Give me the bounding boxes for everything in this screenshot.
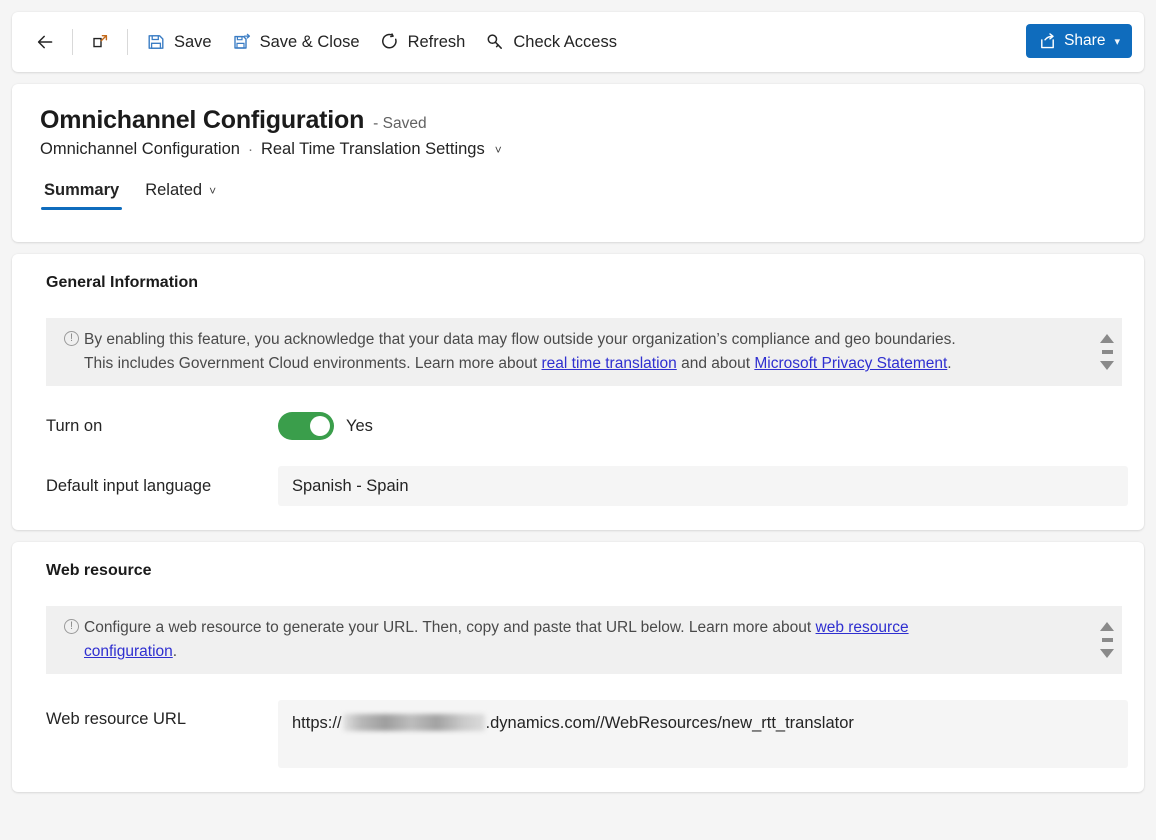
tab-related-label: Related xyxy=(145,181,202,200)
scroll-up-icon[interactable] xyxy=(1100,334,1114,343)
toggle-knob xyxy=(310,416,330,436)
web-resource-card: Web resource Configure a web resource to… xyxy=(12,542,1144,792)
notice-line2-mid: and about xyxy=(677,355,755,372)
scroll-up-icon[interactable] xyxy=(1100,622,1114,631)
save-disk-icon xyxy=(146,32,166,52)
web-resource-url-control: https:// .dynamics.com//WebResources/new_… xyxy=(278,700,1128,768)
default-input-language-label: Default input language xyxy=(46,477,278,496)
tab-summary[interactable]: Summary xyxy=(40,177,123,210)
field-row-web-resource-url: Web resource URL https:// .dynamics.com//… xyxy=(46,700,1122,768)
save-and-close-button-label: Save & Close xyxy=(260,33,360,52)
scroll-down-icon[interactable] xyxy=(1100,361,1114,370)
scroll-thumb[interactable] xyxy=(1102,350,1113,354)
web-resource-notice: Configure a web resource to generate you… xyxy=(46,606,1122,674)
tab-list: Summary Related ˅ xyxy=(40,177,1120,210)
section-title-web-resource: Web resource xyxy=(46,562,1122,580)
section-title-general-information: General Information xyxy=(46,274,1122,292)
notice-line1: By enabling this feature, you acknowledg… xyxy=(84,331,956,348)
notice-scrollbar[interactable] xyxy=(1092,318,1122,386)
record-title-row: Omnichannel Configuration - Saved xyxy=(40,106,1120,135)
notice-line2-suffix: . xyxy=(947,355,951,372)
refresh-button[interactable]: Refresh xyxy=(370,24,476,60)
command-bar: Save Save & Close Refresh xyxy=(12,12,1144,72)
chevron-down-icon: ▾ xyxy=(1114,35,1120,48)
url-suffix: .dynamics.com//WebResources/new_rtt_tran… xyxy=(486,714,854,732)
pop-out-icon xyxy=(90,32,110,52)
record-header-card: Omnichannel Configuration - Saved Omnich… xyxy=(12,84,1144,242)
default-input-language-control: Spanish - Spain xyxy=(278,466,1128,506)
share-button[interactable]: Share ▾ xyxy=(1026,24,1132,58)
web-notice-line2-suffix: . xyxy=(173,643,177,660)
app-root: Save Save & Close Refresh xyxy=(0,0,1156,840)
refresh-icon xyxy=(380,32,400,52)
turn-on-label: Turn on xyxy=(46,417,278,436)
general-information-notice: By enabling this feature, you acknowledg… xyxy=(46,318,1122,386)
breadcrumb-parent[interactable]: Omnichannel Configuration xyxy=(40,140,240,159)
notice-text: Configure a web resource to generate you… xyxy=(46,606,1092,674)
breadcrumb-separator: · xyxy=(248,141,253,158)
back-button[interactable] xyxy=(26,24,64,60)
redacted-org-name xyxy=(343,714,485,731)
save-and-close-icon xyxy=(232,32,252,52)
save-button-label: Save xyxy=(174,33,212,52)
notice-line2-prefix: This includes Government Cloud environme… xyxy=(84,355,542,372)
turn-on-control: Yes xyxy=(278,412,1122,440)
save-button[interactable]: Save xyxy=(136,24,222,60)
refresh-button-label: Refresh xyxy=(408,33,466,52)
scroll-down-icon[interactable] xyxy=(1100,649,1114,658)
save-status-text: - Saved xyxy=(373,115,426,133)
microsoft-privacy-statement-link[interactable]: Microsoft Privacy Statement xyxy=(754,355,947,372)
turn-on-value: Yes xyxy=(346,417,373,436)
chevron-down-icon[interactable]: ˅ xyxy=(495,143,502,157)
info-circle-icon xyxy=(64,331,79,346)
save-and-close-button[interactable]: Save & Close xyxy=(222,24,370,60)
toolbar-divider-2 xyxy=(127,29,128,55)
notice-scrollbar[interactable] xyxy=(1092,606,1122,674)
scroll-thumb[interactable] xyxy=(1102,638,1113,642)
default-input-language-field[interactable]: Spanish - Spain xyxy=(278,466,1128,506)
tab-related[interactable]: Related ˅ xyxy=(141,177,220,210)
open-in-new-window-button[interactable] xyxy=(81,24,119,60)
breadcrumb: Omnichannel Configuration · Real Time Tr… xyxy=(40,140,1120,159)
page-title: Omnichannel Configuration xyxy=(40,106,364,135)
real-time-translation-link[interactable]: real time translation xyxy=(542,355,677,372)
turn-on-toggle[interactable] xyxy=(278,412,334,440)
turn-on-toggle-wrap: Yes xyxy=(278,412,1122,440)
check-access-button[interactable]: Check Access xyxy=(475,24,627,60)
web-resource-url-field[interactable]: https:// .dynamics.com//WebResources/new_… xyxy=(278,700,1128,768)
check-access-button-label: Check Access xyxy=(513,33,617,52)
breadcrumb-current[interactable]: Real Time Translation Settings xyxy=(261,140,485,159)
tab-summary-label: Summary xyxy=(44,181,119,200)
share-button-label: Share xyxy=(1064,32,1105,50)
share-icon xyxy=(1037,31,1057,51)
info-circle-icon xyxy=(64,619,79,634)
general-information-card: General Information By enabling this fea… xyxy=(12,254,1144,530)
chevron-down-icon: ˅ xyxy=(209,184,216,198)
field-row-default-language: Default input language Spanish - Spain xyxy=(46,466,1122,506)
web-resource-link[interactable]: web resource xyxy=(816,619,909,636)
field-row-turn-on: Turn on Yes xyxy=(46,412,1122,440)
arrow-left-icon xyxy=(35,32,55,52)
web-resource-url-label: Web resource URL xyxy=(46,700,278,729)
web-resource-configuration-link[interactable]: configuration xyxy=(84,643,173,660)
url-prefix: https:// xyxy=(292,714,342,732)
notice-text: By enabling this feature, you acknowledg… xyxy=(46,318,1092,386)
toolbar-divider xyxy=(72,29,73,55)
key-icon xyxy=(485,32,505,52)
web-notice-line1: Configure a web resource to generate you… xyxy=(84,619,816,636)
